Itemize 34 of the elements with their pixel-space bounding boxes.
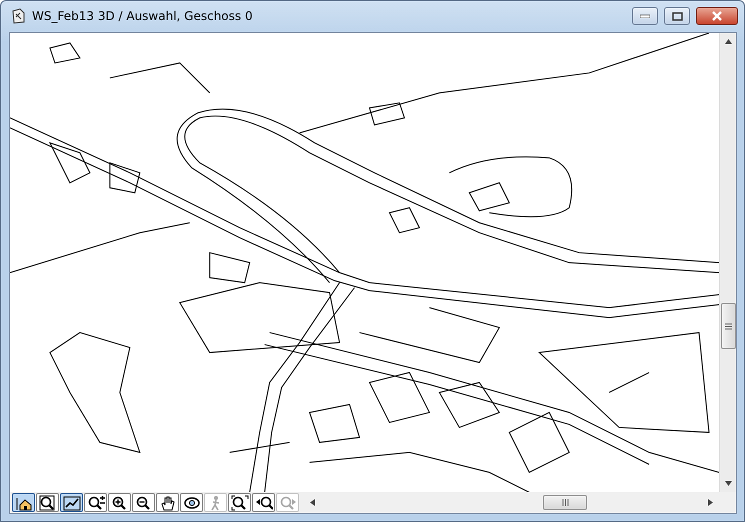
scroll-down-icon[interactable]: [724, 481, 732, 486]
scroll-right-icon[interactable]: [708, 499, 713, 506]
zoom-in-icon: [110, 494, 128, 510]
toolbar-button[interactable]: [60, 493, 83, 512]
zoom-fit-icon: [230, 494, 248, 510]
toolbar-button[interactable]: [108, 493, 131, 512]
scroll-thumb[interactable]: [543, 495, 587, 510]
zoom-plus-minus-icon: [86, 494, 104, 510]
orbit-icon: [182, 494, 200, 510]
scroll-thumb[interactable]: [720, 303, 736, 349]
window-title: WS_Feb13 3D / Auswahl, Geschoss 0: [32, 8, 254, 26]
zoom-frame-icon: [38, 494, 56, 510]
close-button[interactable]: [696, 7, 738, 26]
zoom-out-icon: [134, 494, 152, 510]
document-icon: [11, 8, 26, 24]
toolbar-button[interactable]: [84, 493, 107, 512]
toolbar-button[interactable]: [228, 493, 251, 512]
toolbar-button[interactable]: [132, 493, 155, 512]
chart-icon: [62, 494, 80, 510]
toolbar-button[interactable]: [36, 493, 59, 512]
scroll-up-icon[interactable]: [724, 38, 732, 44]
zoom-back-icon: [254, 494, 272, 510]
minimize-button[interactable]: [632, 7, 658, 26]
maximize-icon: [672, 12, 682, 21]
scroll-left-icon[interactable]: [310, 499, 315, 506]
toolbar-button[interactable]: [180, 493, 203, 512]
toolbar-button[interactable]: [252, 493, 275, 512]
minimize-icon: [640, 14, 650, 18]
toolbar-button[interactable]: [12, 493, 35, 512]
zoom-forward-icon: [278, 494, 296, 510]
hand-icon: [158, 494, 176, 510]
maximize-button[interactable]: [664, 7, 690, 26]
toolbar-button[interactable]: [156, 493, 179, 512]
close-icon: [711, 11, 723, 22]
